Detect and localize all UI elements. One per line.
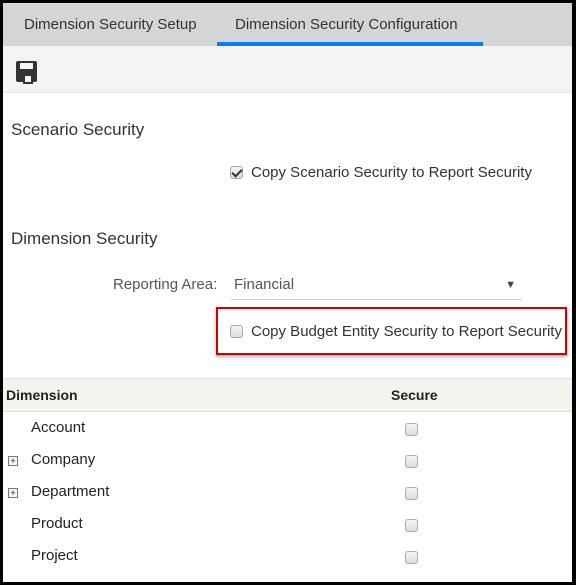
- tab-dimension-security-configuration[interactable]: Dimension Security Configuration: [217, 3, 483, 46]
- table-row: + Company: [3, 445, 572, 477]
- dimension-security-heading: Dimension Security: [11, 229, 158, 248]
- table-row: Account: [3, 413, 572, 445]
- table-row: Project: [3, 541, 572, 573]
- table-row: + Department: [3, 477, 572, 509]
- secure-checkbox[interactable]: [405, 423, 418, 436]
- expand-icon[interactable]: +: [8, 488, 18, 498]
- copy-scenario-security-checkbox[interactable]: [230, 166, 243, 179]
- dimension-name: Department: [31, 483, 110, 500]
- secure-checkbox[interactable]: [405, 487, 418, 500]
- copy-budget-entity-security-option[interactable]: Copy Budget Entity Security to Report Se…: [230, 323, 562, 340]
- reporting-area-label: Reporting Area:: [113, 276, 218, 293]
- dimension-name: Project: [31, 547, 78, 564]
- secure-checkbox[interactable]: [405, 551, 418, 564]
- copy-budget-entity-security-checkbox[interactable]: [230, 325, 243, 338]
- dimension-name: Company: [31, 451, 96, 468]
- table-header: Dimension Secure: [3, 378, 572, 412]
- copy-scenario-security-option[interactable]: Copy Scenario Security to Report Securit…: [230, 164, 532, 181]
- tab-bar: Dimension Security Setup Dimension Secur…: [3, 3, 572, 46]
- dimension-name: Account: [31, 419, 86, 436]
- window: Dimension Security Setup Dimension Secur…: [3, 3, 572, 582]
- reporting-area-select[interactable]: Financial ▼: [231, 272, 522, 300]
- secure-checkbox[interactable]: [405, 519, 418, 532]
- header-dimension[interactable]: Dimension: [6, 387, 78, 403]
- copy-budget-entity-security-label: Copy Budget Entity Security to Report Se…: [251, 323, 562, 340]
- table-row: Product: [3, 509, 572, 541]
- dropdown-arrow-icon: ▼: [505, 279, 516, 291]
- expand-icon[interactable]: +: [8, 456, 18, 466]
- tab-dimension-security-setup[interactable]: Dimension Security Setup: [6, 3, 215, 46]
- scenario-security-heading: Scenario Security: [11, 120, 145, 139]
- toolbar: [3, 46, 572, 93]
- secure-checkbox[interactable]: [405, 455, 418, 468]
- dimension-name: Product: [31, 515, 83, 532]
- copy-scenario-security-label: Copy Scenario Security to Report Securit…: [251, 164, 532, 181]
- save-icon[interactable]: [16, 61, 37, 84]
- reporting-area-value: Financial: [234, 276, 295, 293]
- header-secure[interactable]: Secure: [391, 387, 438, 403]
